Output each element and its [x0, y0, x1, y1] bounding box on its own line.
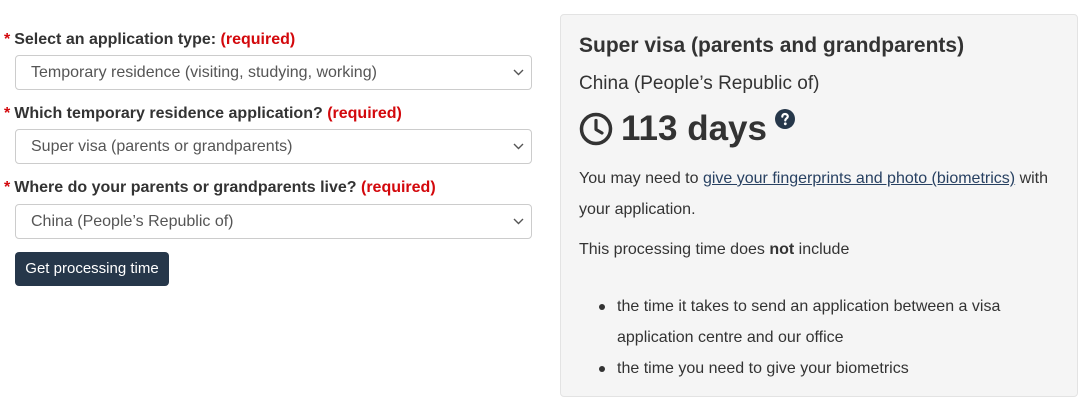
processing-time-page: * Select an application type: (required) … [0, 0, 1080, 408]
chevron-down-icon [511, 205, 525, 238]
temporary-residence-label: * Which temporary residence application? … [4, 104, 402, 124]
question-circle-icon[interactable] [774, 109, 795, 129]
residence-country-label: * Where do your parents or grandparents l… [4, 178, 436, 198]
required-marker: * [4, 105, 11, 122]
temporary-residence-select[interactable]: Super visa (parents or grandparents) [15, 129, 532, 164]
list-item: the time it takes to send an application… [599, 291, 1049, 353]
biometrics-link[interactable]: give your fingerprints and photo (biomet… [703, 170, 1015, 187]
application-type-selected-value: Temporary residence (visiting, studying,… [31, 64, 377, 81]
required-text: (required) [327, 105, 402, 122]
exclusion-prefix: This processing time does [579, 241, 765, 258]
temporary-residence-selected-value: Super visa (parents or grandparents) [31, 138, 293, 155]
processing-time-form: * Select an application type: (required) … [0, 0, 540, 408]
exclusion-list: the time it takes to send an application… [599, 291, 1049, 384]
chevron-down-icon [511, 56, 525, 89]
application-type-label: * Select an application type: (required) [4, 30, 295, 50]
application-type-select[interactable]: Temporary residence (visiting, studying,… [15, 55, 532, 90]
chevron-down-icon [511, 130, 525, 163]
exclusion-intro: This processing time does not include [579, 234, 1069, 265]
exclusion-suffix: include [798, 241, 850, 258]
required-marker: * [4, 179, 11, 196]
get-processing-time-button[interactable]: Get processing time [15, 252, 169, 286]
residence-country-selected-value: China (People’s Republic of) [31, 213, 234, 230]
clock-icon [579, 112, 613, 146]
residence-country-select[interactable]: China (People’s Republic of) [15, 204, 532, 239]
result-country: China (People’s Republic of) [579, 73, 820, 94]
required-text: (required) [220, 31, 296, 48]
exclusion-emphasis: not [769, 241, 795, 258]
required-marker: * [4, 31, 11, 48]
application-type-label-text: Select an application type: [14, 31, 217, 48]
biometrics-notice: You may need to give your fingerprints a… [579, 163, 1069, 225]
result-title: Super visa (parents and grandparents) [579, 34, 965, 57]
processing-time-display: 113 days [579, 109, 795, 149]
residence-country-label-text: Where do your parents or grandparents li… [14, 179, 357, 196]
processing-time-value: 113 days [621, 109, 767, 148]
required-text: (required) [360, 179, 436, 196]
biometrics-prefix: You may need to [579, 170, 699, 187]
temporary-residence-label-text: Which temporary residence application? [14, 105, 323, 122]
processing-time-result-panel: Super visa (parents and grandparents) Ch… [560, 14, 1078, 397]
list-item: the time you need to give your biometric… [599, 353, 1049, 384]
